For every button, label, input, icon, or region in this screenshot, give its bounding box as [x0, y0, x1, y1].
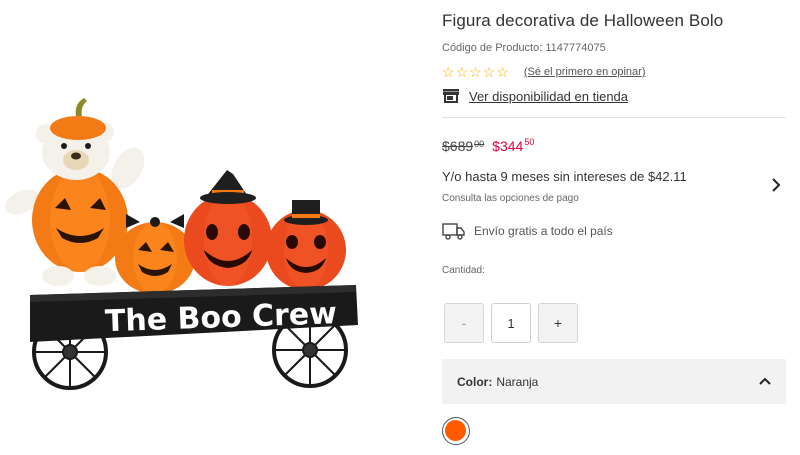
old-price: $689 [442, 138, 474, 154]
quantity-input[interactable] [491, 303, 531, 343]
star-icon: ☆ [496, 64, 509, 80]
decrease-quantity-button[interactable]: - [444, 303, 484, 343]
star-icon: ☆ [469, 64, 482, 80]
installments-text[interactable]: Y/o hasta 9 meses sin intereses de $42.1… [442, 169, 687, 184]
store-availability-link[interactable]: Ver disponibilidad en tienda [469, 89, 628, 104]
payment-options-link[interactable]: Consulta las opciones de pago [442, 193, 579, 204]
price-row: $689 00 $344 50 [442, 137, 535, 154]
wagon-lettering: The Boo Crew [104, 296, 337, 339]
sale-price-cents: 50 [524, 137, 535, 147]
star-icon: ☆ [455, 64, 469, 80]
color-swatch-fill [445, 420, 466, 441]
rating-row: ☆ ☆ ☆ ☆ ☆ (Sé el primero en opinar) [442, 64, 645, 80]
first-review-link[interactable]: (Sé el primero en opinar) [524, 66, 646, 78]
shipping-info: Envío gratis a todo el país [442, 221, 613, 241]
rating-stars[interactable]: ☆ ☆ ☆ ☆ ☆ [442, 65, 509, 79]
color-selector-header[interactable]: Color: Naranja [442, 359, 786, 404]
quantity-stepper: - + [444, 303, 578, 343]
old-price-cents: 00 [474, 139, 485, 149]
product-image[interactable]: The Boo Crew [0, 90, 420, 390]
color-swatch-naranja[interactable] [442, 417, 470, 445]
product-image-area: The Boo Crew [0, 0, 420, 455]
truck-icon [442, 223, 465, 240]
color-value: Naranja [496, 374, 539, 389]
sale-price: $344 [492, 138, 524, 154]
product-code: Código de Producto: 1147774075 [442, 42, 606, 54]
color-label: Color: [457, 374, 493, 389]
shipping-text: Envío gratis a todo el país [474, 224, 613, 238]
store-icon [443, 89, 459, 103]
chevron-right-icon[interactable] [770, 177, 782, 193]
chevron-up-icon[interactable] [758, 374, 772, 388]
product-title: Figura decorativa de Halloween Bolo [442, 11, 724, 30]
increase-quantity-button[interactable]: + [538, 303, 578, 343]
divider [442, 117, 786, 118]
star-icon: ☆ [442, 64, 455, 80]
quantity-label: Cantidad: [442, 265, 485, 276]
star-icon: ☆ [482, 64, 496, 80]
store-availability[interactable]: Ver disponibilidad en tienda [442, 86, 628, 106]
